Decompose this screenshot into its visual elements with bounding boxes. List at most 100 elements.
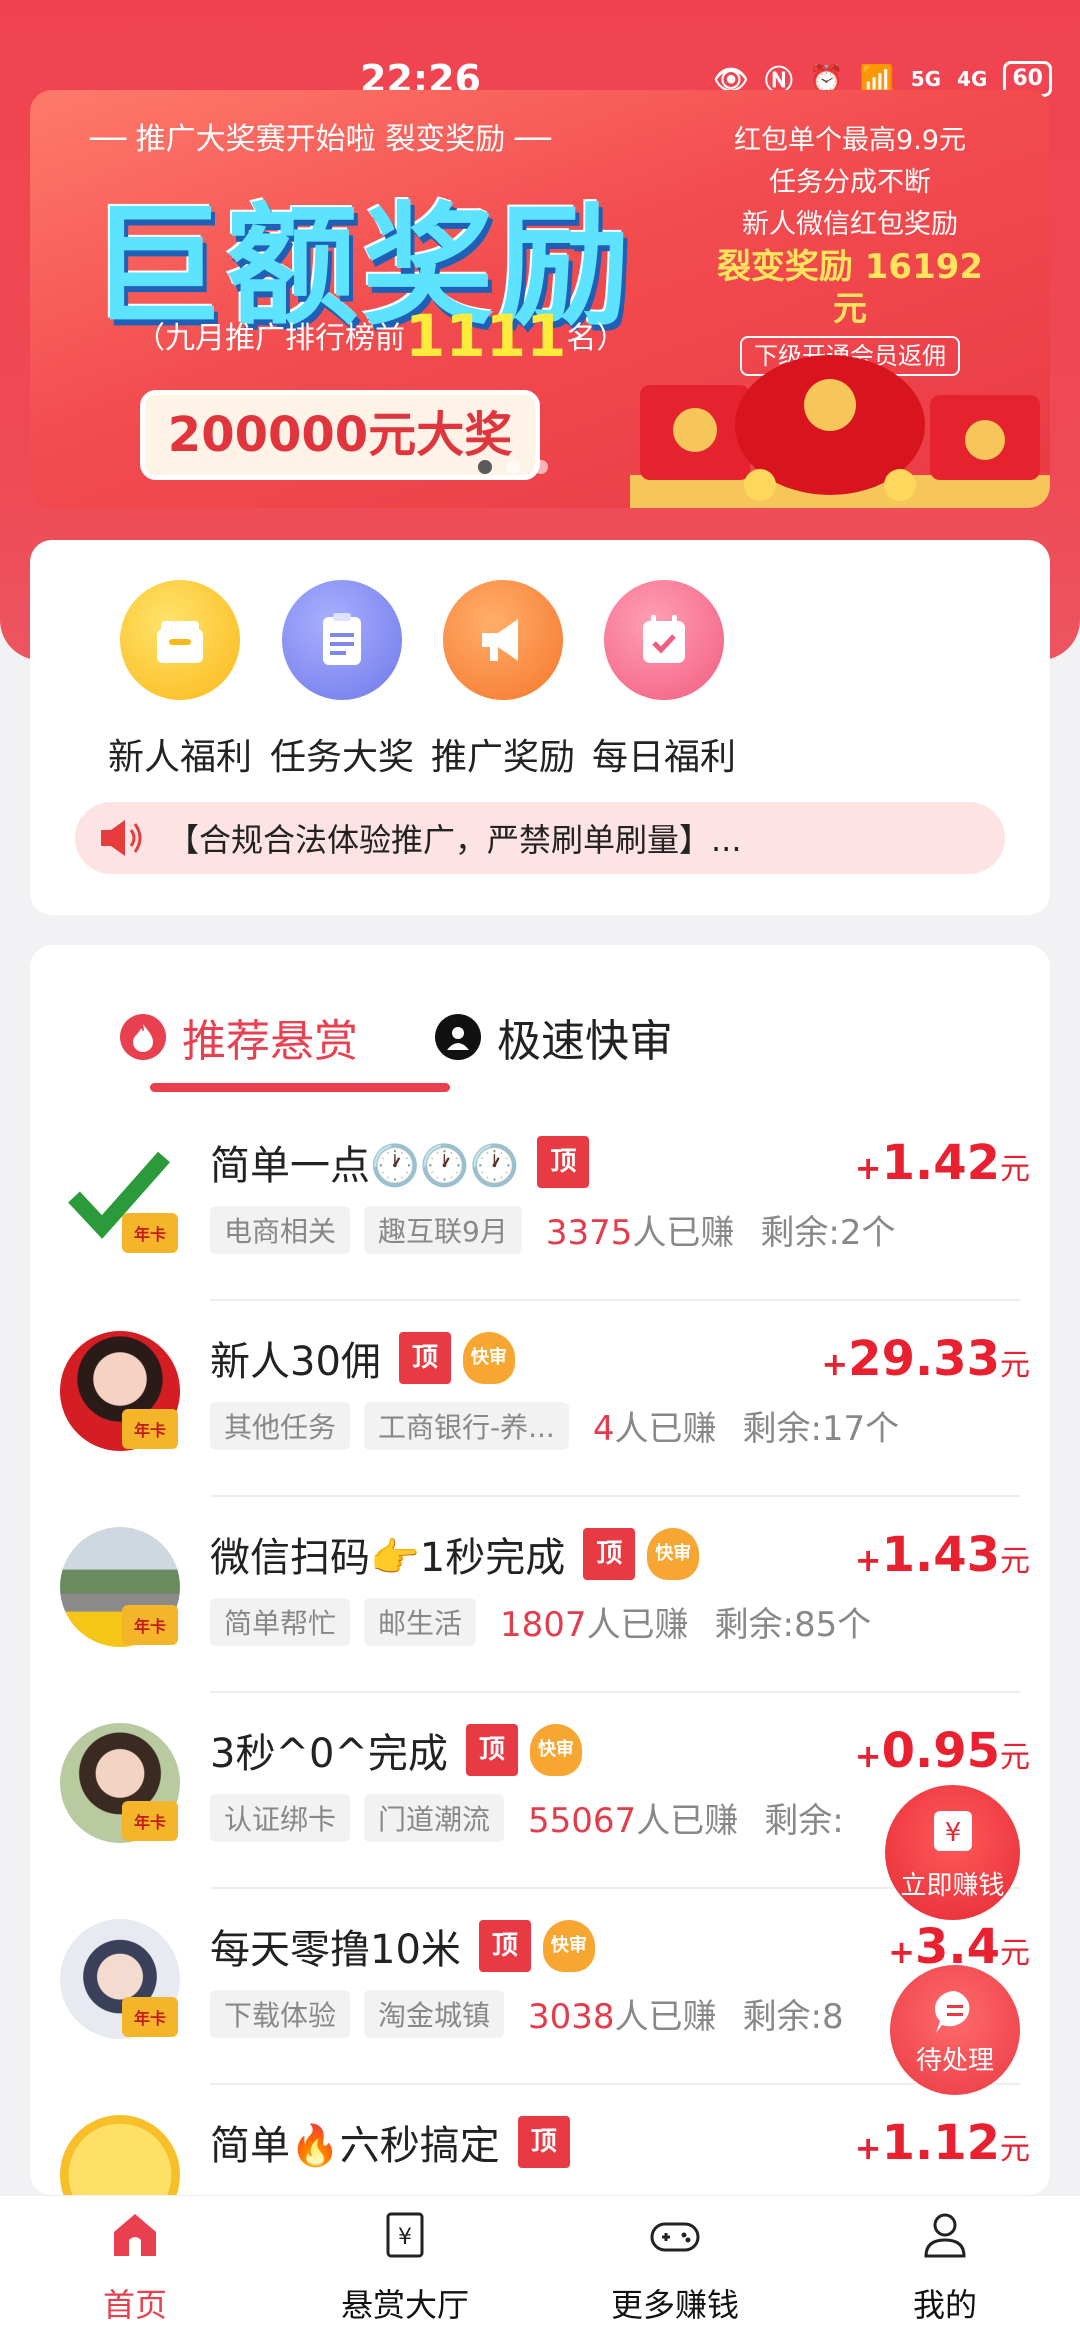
price-plus: + xyxy=(888,1933,915,1971)
price-unit: 元 xyxy=(1000,1544,1030,1579)
task-title: 简单一点🕐🕐🕐 xyxy=(210,1143,520,1189)
task-price: +0.95元 xyxy=(855,1723,1030,1779)
nav-label: 悬赏大厅 xyxy=(340,2286,469,2324)
user-circle-icon xyxy=(435,1014,481,1060)
task-title-row: 简单一点🕐🕐🕐 顶 xyxy=(210,1133,590,1191)
app-root: 22:26 👁 Ⓝ ⏰ 📶 5G 4G 60 ── 推广大奖赛开始啦 裂变奖励 … xyxy=(0,0,1080,2340)
nav-label: 我的 xyxy=(912,2286,977,2324)
todo-label: 待处理 xyxy=(915,2046,994,2076)
signal-4g-icon: 4G xyxy=(957,67,988,91)
task-row[interactable]: 简单🔥六秒搞定顶 +1.12元 xyxy=(30,2085,1050,2195)
pin-badge: 顶 xyxy=(465,1724,518,1776)
task-remain: 剩余:2个 xyxy=(760,1213,896,1253)
price-unit: 元 xyxy=(1000,1740,1030,1775)
price-unit: 元 xyxy=(1000,1152,1030,1187)
task-tag: 认证绑卡 xyxy=(210,1793,351,1842)
banner-dot xyxy=(534,460,548,474)
nav-bounty-hall[interactable]: ¥ 悬赏大厅 xyxy=(305,2208,505,2326)
red-envelope-illustration xyxy=(630,355,1050,508)
task-earned-suffix: 人已赚 xyxy=(586,1605,689,1645)
banner-right-line3: 新人微信红包奖励 xyxy=(742,209,958,240)
task-earned-count: 1807 xyxy=(500,1605,587,1645)
price-value: 1.12 xyxy=(881,2115,1000,2171)
notice-text: 【合规合法体验推广，严禁刷单刷量】... xyxy=(167,821,742,859)
home-icon xyxy=(114,2214,156,2256)
price-plus: + xyxy=(854,1737,882,1775)
task-title-row: 微信扫码👉1秒完成顶快审 xyxy=(210,1525,700,1583)
task-tag: 邮生活 xyxy=(364,1597,477,1646)
tab-recommended[interactable]: 推荐悬赏 xyxy=(120,1005,358,1069)
nav-label: 更多赚钱 xyxy=(610,2286,739,2324)
earn-now-button[interactable]: ¥ 立即赚钱 xyxy=(885,1785,1020,1920)
banner-headline-small: ── 推广大奖赛开始啦 裂变奖励 ── xyxy=(90,122,551,157)
banner-dot xyxy=(506,460,520,474)
price-plus: + xyxy=(821,1345,849,1383)
pin-badge: 顶 xyxy=(398,1332,451,1384)
task-remain: 剩余:17个 xyxy=(742,1409,900,1449)
task-title: 微信扫码👉1秒完成 xyxy=(210,1535,566,1581)
gift-box-icon xyxy=(120,580,240,700)
task-row[interactable]: 年卡 简单一点🕐🕐🕐 顶 电商相关 趣互联9月 3375人已赚 剩余:2个 +1.… xyxy=(30,1105,1050,1301)
task-tag: 门道潮流 xyxy=(364,1793,505,1842)
task-meta: 电商相关 趣互联9月 3375人已赚 剩余:2个 xyxy=(210,1205,895,1254)
task-title-row: 新人30佣顶快审 xyxy=(210,1329,515,1387)
banner-right-text: 红包单个最高9.9元 任务分成不断 新人微信红包奖励 裂变奖励 16192元 下… xyxy=(700,120,1000,377)
tab-fast-review[interactable]: 极速快审 xyxy=(435,1005,673,1069)
tab-fast-review-label: 极速快审 xyxy=(497,1016,673,1067)
task-tag: 淘金城镇 xyxy=(364,1989,505,2038)
banner-rank-prefix: （九月推广排行榜前 xyxy=(135,321,405,356)
fast-review-badge: 快审 xyxy=(647,1528,700,1580)
nav-mine[interactable]: 我的 xyxy=(845,2208,1045,2326)
banner-dot xyxy=(478,460,492,474)
pin-badge: 顶 xyxy=(537,1136,590,1188)
price-unit: 元 xyxy=(1000,1936,1030,1971)
user-icon xyxy=(924,2213,966,2258)
banner-right-highlight: 裂变奖励 16192元 xyxy=(716,247,984,329)
calendar-check-icon xyxy=(604,580,724,700)
year-card-badge: 年卡 xyxy=(122,1409,178,1449)
megaphone-icon xyxy=(443,580,563,700)
task-meta: 下载体验 淘金城镇 3038人已赚 剩余:8 xyxy=(210,1989,844,2038)
task-earned: 55067人已赚 xyxy=(528,1793,738,1842)
task-earned-suffix: 人已赚 xyxy=(614,1409,717,1449)
price-unit: 元 xyxy=(1000,2132,1030,2167)
year-card-badge: 年卡 xyxy=(122,1213,178,1253)
price-value: 29.33 xyxy=(848,1331,1000,1387)
task-remain: 剩余:8 xyxy=(742,1997,844,2037)
yuan-pocket-icon: ¥ xyxy=(933,1811,972,1851)
task-price: +1.12元 xyxy=(855,2115,1030,2171)
clipboard-icon xyxy=(282,580,402,700)
tab-indicator xyxy=(150,1083,450,1092)
quick-item-daily[interactable]: 每日福利 xyxy=(564,580,764,780)
price-unit: 元 xyxy=(1000,1348,1030,1383)
task-row[interactable]: 年卡 新人30佣顶快审 其他任务 工商银行-养... 4人已赚 剩余:17个 +… xyxy=(30,1301,1050,1497)
task-earned: 4人已赚 xyxy=(593,1401,717,1450)
todo-button[interactable]: 待处理 xyxy=(890,1965,1020,2095)
quick-menu-card: 新人福利 任务大奖 推广奖励 每日福利 【合规合法体验推广，严禁刷单刷量】... xyxy=(30,540,1050,915)
task-tag: 其他任务 xyxy=(210,1401,351,1450)
pin-badge: 顶 xyxy=(478,1920,531,1972)
svg-text:¥: ¥ xyxy=(398,2225,412,2250)
pin-badge: 顶 xyxy=(517,2116,570,2168)
task-tag: 趣互联9月 xyxy=(364,1205,522,1254)
task-earned-suffix: 人已赚 xyxy=(636,1801,739,1841)
nav-home[interactable]: 首页 xyxy=(35,2208,235,2326)
notice-bar[interactable]: 【合规合法体验推广，严禁刷单刷量】... xyxy=(75,802,1005,874)
nav-more-earn[interactable]: 更多赚钱 xyxy=(575,2208,775,2326)
task-earned-count: 4 xyxy=(592,1409,615,1449)
task-row[interactable]: 年卡 微信扫码👉1秒完成顶快审 简单帮忙 邮生活 1807人已赚 剩余:85个 … xyxy=(30,1497,1050,1693)
task-earned-count: 3375 xyxy=(545,1213,633,1253)
nav-label: 首页 xyxy=(102,2286,167,2324)
earn-now-label: 立即赚钱 xyxy=(900,1871,1005,1901)
bottom-nav: 首页 ¥ 悬赏大厅 更多赚钱 我的 xyxy=(0,2195,1080,2340)
task-title: 每天零撸10米 xyxy=(210,1927,461,1973)
promo-banner[interactable]: ── 推广大奖赛开始啦 裂变奖励 ── 巨额奖励 （九月推广排行榜前1111名）… xyxy=(30,90,1050,508)
task-earned-count: 55067 xyxy=(528,1801,637,1841)
task-price: +29.33元 xyxy=(821,1331,1030,1387)
speaker-icon xyxy=(101,820,142,856)
task-earned: 3038人已赚 xyxy=(528,1989,717,2038)
task-price: +1.43元 xyxy=(855,1527,1030,1583)
task-meta: 认证绑卡 门道潮流 55067人已赚 剩余: xyxy=(210,1793,844,1842)
banner-right-line2: 任务分成不断 xyxy=(769,167,931,198)
task-title-row: 每天零撸10米顶快审 xyxy=(210,1917,595,1975)
